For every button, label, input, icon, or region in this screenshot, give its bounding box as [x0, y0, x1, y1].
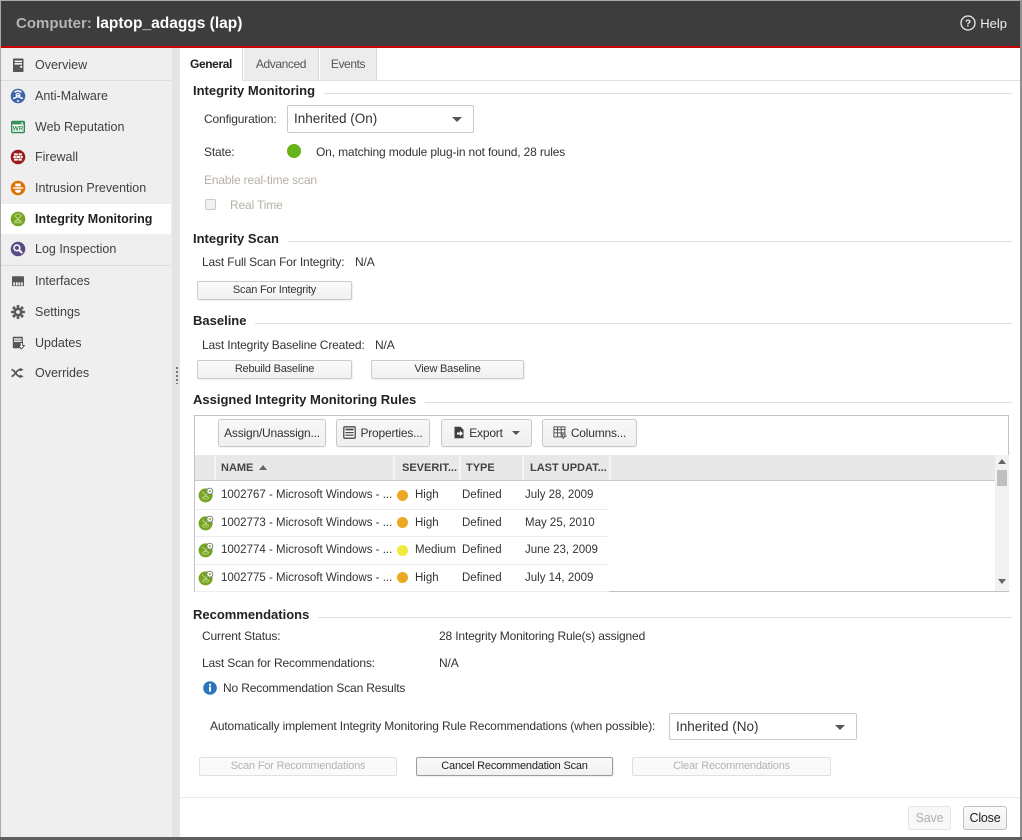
- svg-text:?: ?: [965, 19, 971, 30]
- svg-text:WR: WR: [13, 125, 24, 132]
